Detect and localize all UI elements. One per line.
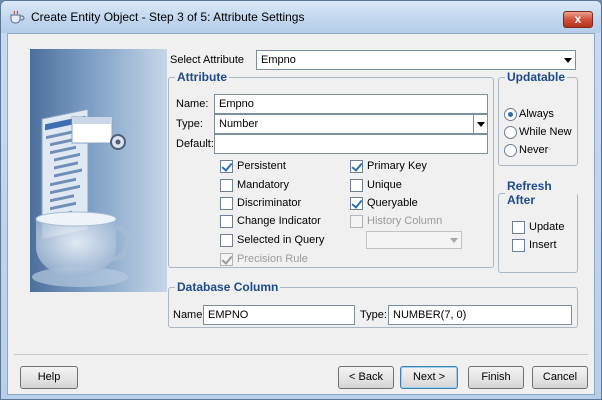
select-attribute-label: Select Attribute (170, 54, 244, 66)
chevron-down-icon[interactable] (473, 115, 487, 133)
back-button-label: < Back (349, 371, 383, 383)
attribute-legend: Attribute (177, 70, 227, 84)
attribute-name-value: Empno (219, 98, 254, 110)
refresh-update-checkbox[interactable] (512, 221, 525, 234)
refresh-insert-label: Insert (529, 239, 557, 251)
close-button[interactable]: x (563, 11, 593, 28)
history-column-combo (366, 231, 462, 249)
precision-rule-label: Precision Rule (237, 253, 308, 265)
button-bar-divider (14, 354, 588, 355)
updatable-never-label: Never (519, 144, 549, 156)
attribute-name-field[interactable]: Empno (214, 94, 488, 114)
mandatory-checkbox[interactable] (220, 179, 233, 192)
attribute-default-field[interactable] (214, 134, 488, 154)
discriminator-label: Discriminator (237, 197, 302, 209)
next-button-label: Next > (412, 371, 446, 383)
name-label: Name: (176, 98, 209, 110)
cancel-button[interactable]: Cancel (532, 366, 588, 389)
change-indicator-checkbox[interactable] (220, 215, 233, 228)
updatable-legend: Updatable (507, 70, 566, 84)
refresh-after-legend: Refresh After (507, 179, 552, 207)
precision-rule-checkbox (220, 253, 233, 266)
wizard-graphic-icon (32, 108, 131, 287)
mandatory-label: Mandatory (237, 179, 289, 191)
dialog-window: Create Entity Object - Step 3 of 5: Attr… (0, 0, 602, 400)
dialog-body: Select Attribute Empno Attribute Name: E… (7, 33, 595, 395)
cancel-button-label: Cancel (542, 371, 578, 383)
db-column-name-value: EMPNO (208, 309, 249, 321)
wizard-illustration (30, 49, 167, 292)
attribute-type-combo[interactable]: Number (214, 114, 488, 134)
finish-button[interactable]: Finish (468, 366, 524, 389)
attribute-type-value: Number (219, 118, 259, 130)
type-label: Type: (176, 118, 203, 130)
coffee-cup-icon (9, 10, 25, 24)
selected-in-query-checkbox[interactable] (220, 234, 233, 247)
history-column-label: History Column (367, 215, 443, 227)
select-attribute-value: Empno (261, 54, 296, 66)
updatable-while-new-radio[interactable] (504, 126, 517, 139)
chevron-down-icon (447, 231, 461, 249)
queryable-label: Queryable (367, 197, 418, 209)
help-button-label: Help (37, 371, 61, 383)
primary-key-label: Primary Key (367, 160, 427, 172)
unique-label: Unique (367, 179, 402, 191)
primary-key-checkbox[interactable] (350, 160, 363, 173)
db-type-label: Type: (360, 309, 387, 321)
close-icon: x (574, 12, 582, 26)
discriminator-checkbox[interactable] (220, 197, 233, 210)
finish-button-label: Finish (481, 371, 511, 383)
db-column-type-value: NUMBER(7, 0) (393, 309, 467, 321)
history-column-checkbox (350, 215, 363, 228)
change-indicator-label: Change Indicator (237, 215, 321, 227)
updatable-always-radio[interactable] (504, 108, 517, 121)
db-name-label: Name: (173, 309, 206, 321)
db-column-type-field[interactable]: NUMBER(7, 0) (388, 305, 572, 325)
next-button[interactable]: Next > (400, 366, 458, 389)
db-column-name-field[interactable]: EMPNO (203, 305, 355, 325)
updatable-while-new-label: While New (519, 126, 572, 138)
title-bar[interactable]: Create Entity Object - Step 3 of 5: Attr… (1, 1, 601, 33)
selected-in-query-label: Selected in Query (237, 234, 325, 246)
updatable-always-label: Always (519, 108, 554, 120)
queryable-checkbox[interactable] (350, 197, 363, 210)
persistent-checkbox[interactable] (220, 160, 233, 173)
default-label: Default: (176, 138, 214, 150)
window-title: Create Entity Object - Step 3 of 5: Attr… (31, 10, 305, 24)
database-column-legend: Database Column (177, 280, 279, 294)
refresh-insert-checkbox[interactable] (512, 239, 525, 252)
chevron-down-icon[interactable] (561, 51, 575, 69)
refresh-update-label: Update (529, 221, 565, 233)
help-button[interactable]: Help (20, 366, 78, 389)
persistent-label: Persistent (237, 160, 286, 172)
updatable-never-radio[interactable] (504, 144, 517, 157)
back-button[interactable]: < Back (338, 366, 394, 389)
unique-checkbox[interactable] (350, 179, 363, 192)
select-attribute-combo[interactable]: Empno (256, 50, 576, 70)
